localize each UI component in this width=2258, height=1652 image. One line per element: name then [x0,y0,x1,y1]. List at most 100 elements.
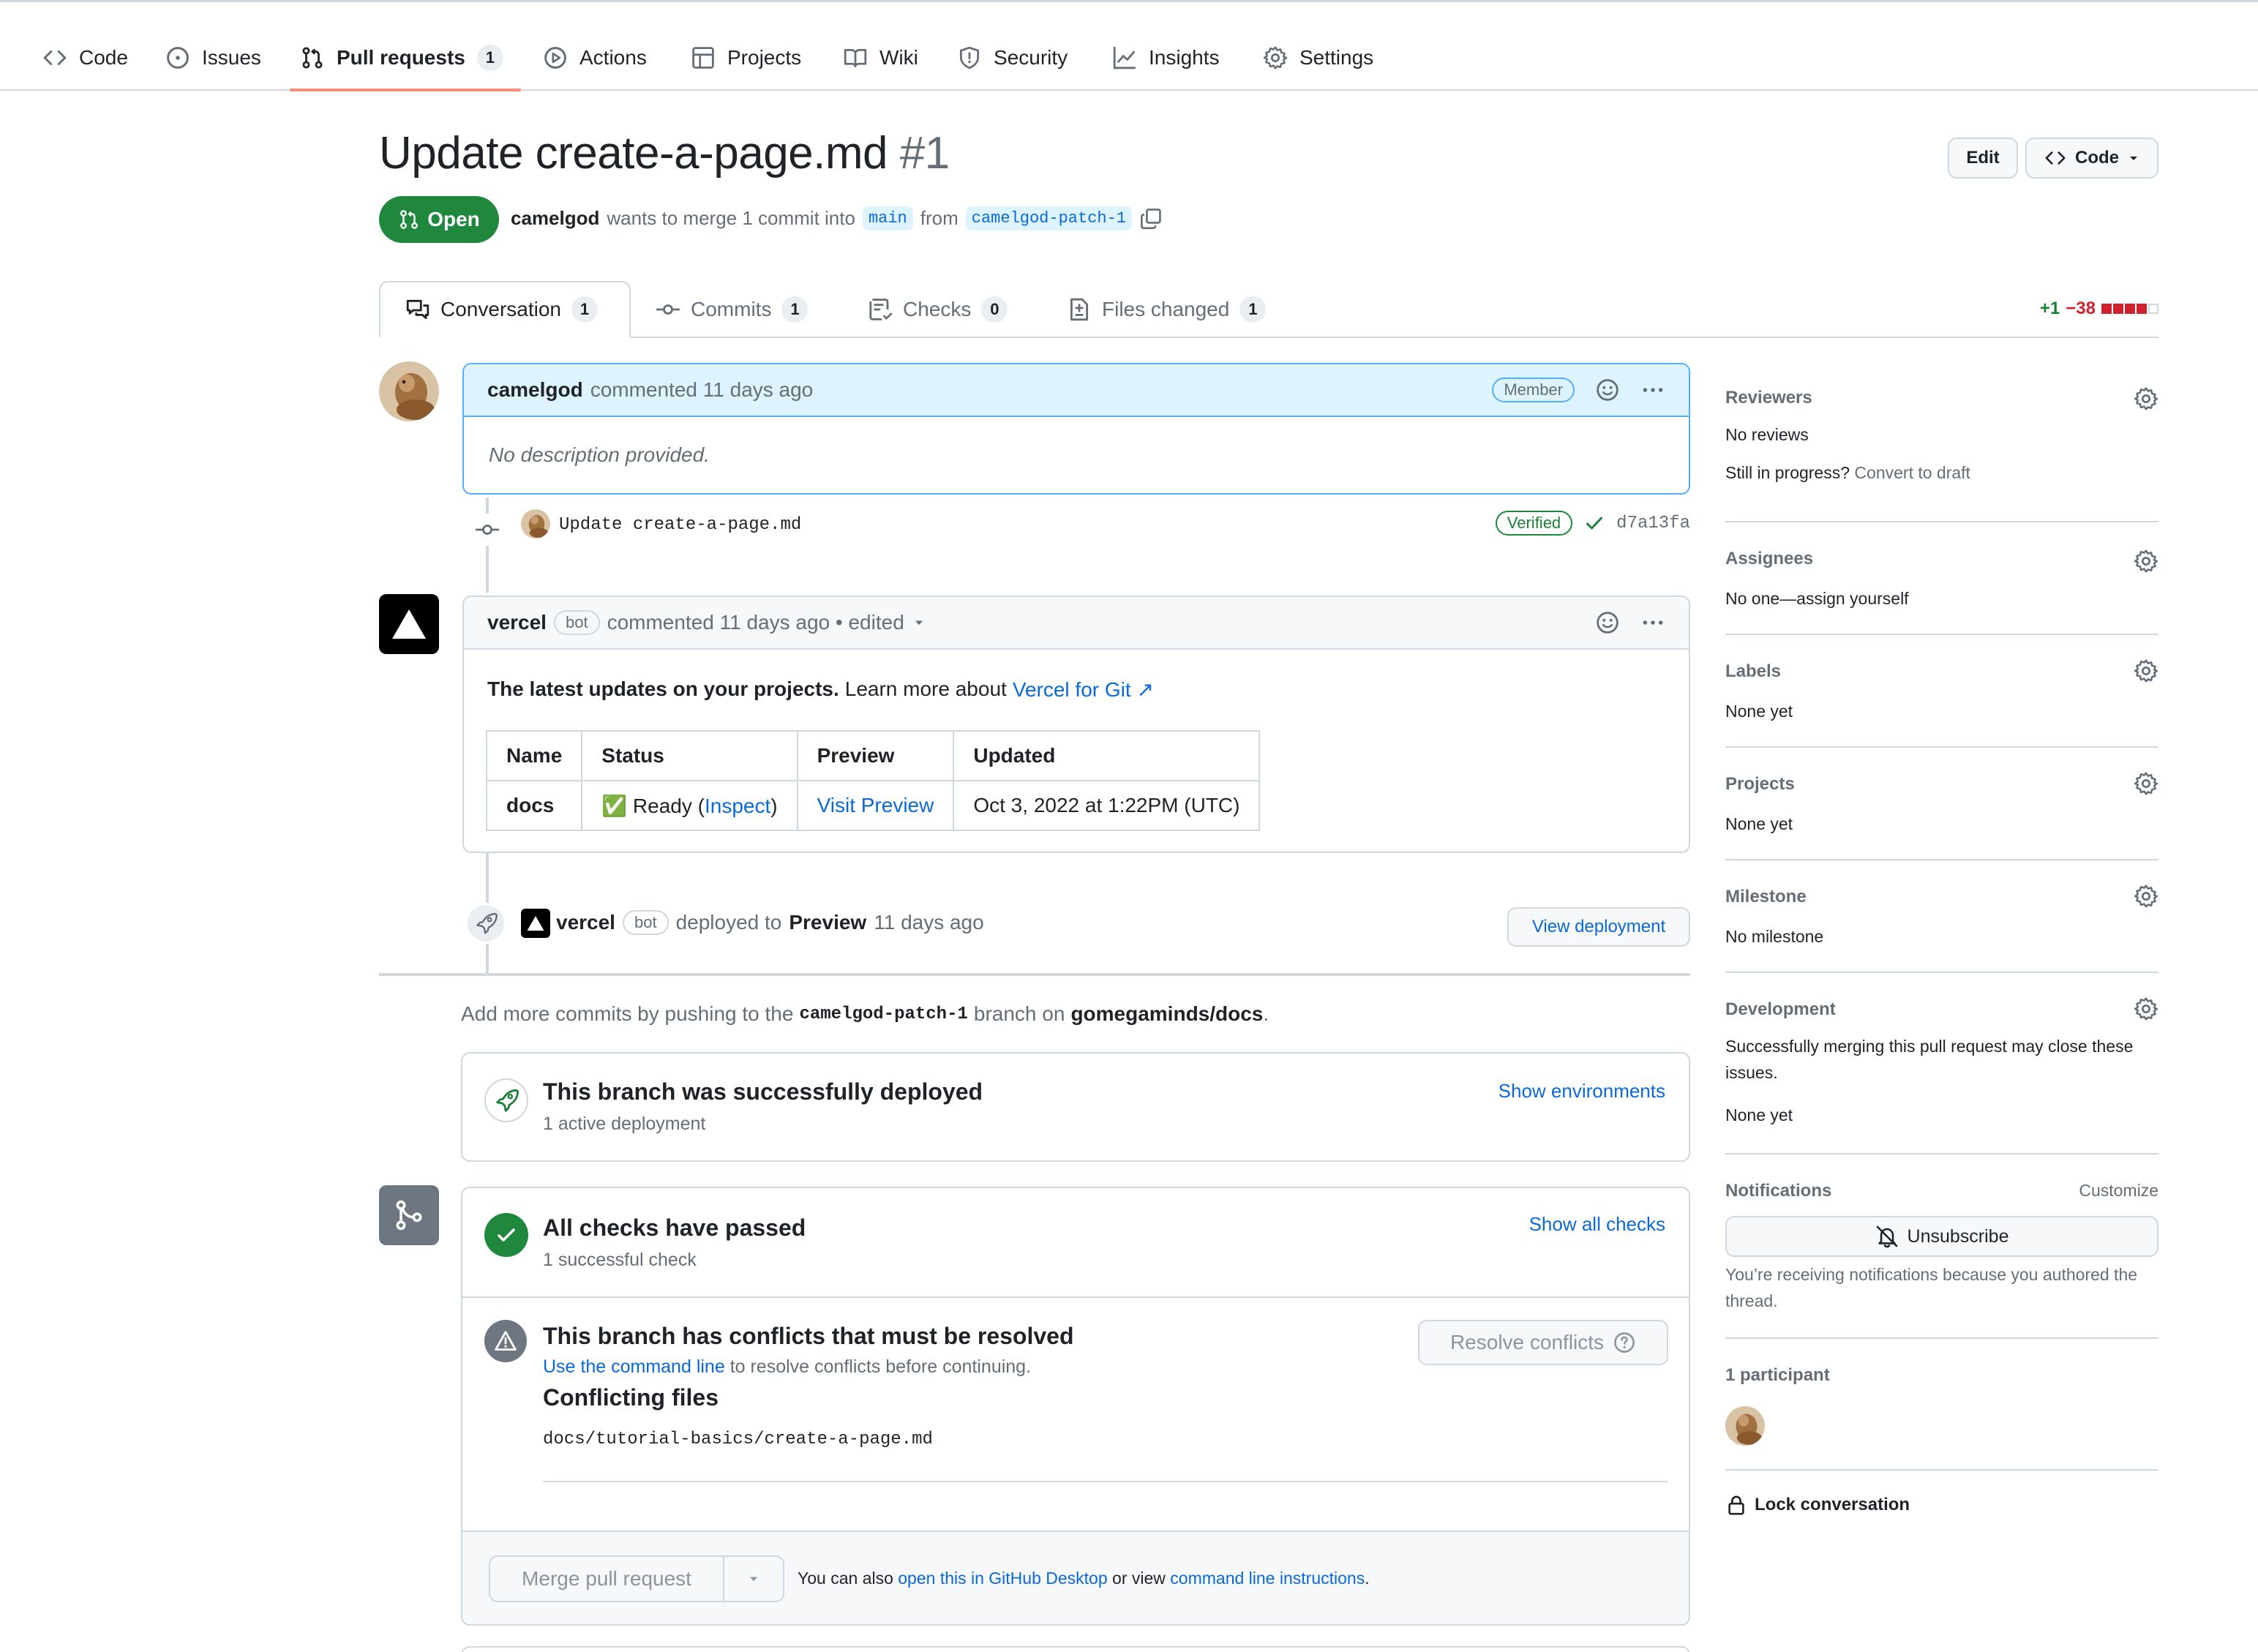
commit-sha-link[interactable]: d7a13fa [1616,514,1690,533]
sidebar-reviewers: Reviewers No reviews Still in progress? … [1725,373,2158,522]
vercel-for-git-link[interactable]: Vercel for Git ↗ [1013,677,1154,702]
code-dropdown-button[interactable]: Code [2025,138,2158,179]
push-hint-branch: camelgod-patch-1 [799,1004,968,1024]
pr-title-text: Update create-a-page.md [379,128,888,179]
tab-files-changed[interactable]: Files changed 1 [1042,281,1291,338]
comment-header: camelgod commented 11 days ago Member [464,364,1689,417]
graph-icon [1113,46,1136,70]
merge-hint-end: . [1365,1569,1370,1588]
deploy-box-sub: 1 active deployment [543,1114,706,1134]
nav-tab-issues[interactable]: Issues [165,36,261,80]
commit-message-link[interactable]: Update create-a-page.md [559,515,801,535]
view-deployment-button[interactable]: View deployment [1507,907,1690,947]
head-branch[interactable]: camelgod-patch-1 [965,206,1132,230]
verified-badge[interactable]: Verified [1495,511,1573,536]
inspect-link[interactable]: Inspect [705,795,770,817]
push-hint-repo[interactable]: gomegaminds/docs [1070,1002,1263,1026]
gear-icon[interactable] [2134,549,2158,574]
comment-timestamp[interactable]: commented 11 days ago [590,378,814,402]
git-merge-icon [396,1200,422,1231]
nav-tab-actions[interactable]: Actions [543,36,647,80]
merge-method-dropdown[interactable] [723,1555,784,1602]
nav-tab-label: Insights [1149,46,1220,69]
command-line-instructions-link[interactable]: command line instructions [1170,1569,1365,1588]
comment-timestamp[interactable]: commented 11 days ago • edited [607,611,904,634]
checks-title: All checks have passed [543,1214,806,1241]
sidebar-section-title[interactable]: Development [1725,999,1836,1020]
code-icon [43,50,67,65]
lock-conversation-link[interactable]: Lock conversation [1725,1494,1910,1516]
file-diff-icon [1070,298,1089,321]
kebab-horizontal-icon[interactable] [1640,378,1665,402]
deployment-preview: Visit Preview [796,780,955,831]
smiley-icon[interactable] [1595,610,1620,635]
visit-preview-link[interactable]: Visit Preview [817,794,934,816]
triangle-down-icon[interactable] [912,615,926,630]
avatar[interactable] [379,361,439,421]
bot-badge: bot [622,910,669,935]
tab-checks[interactable]: Checks 0 [843,281,1032,338]
nav-tab-wiki[interactable]: Wiki [843,36,918,80]
comment-author[interactable]: vercel [487,611,547,634]
gear-icon[interactable] [2134,884,2158,909]
deploy-author[interactable]: vercel [556,911,615,934]
table-header: Name [485,730,583,781]
author-link[interactable]: camelgod [511,207,599,230]
sidebar-section-title[interactable]: Reviewers [1725,388,1812,408]
alert-icon [495,1331,517,1351]
lock-conversation-label: Lock conversation [1755,1495,1910,1514]
sidebar-projects: Projects None yet [1725,748,2158,860]
vercel-logo-icon [392,609,426,639]
kebab-horizontal-icon[interactable] [1640,610,1665,635]
gear-icon[interactable] [2134,658,2158,683]
convert-to-draft-link[interactable]: Convert to draft [1854,463,1970,482]
deploy-time[interactable]: 11 days ago [874,911,984,934]
rocket-icon [496,1089,519,1112]
draft-hint: Still in progress? Convert to draft [1725,459,1970,486]
assign-yourself-link[interactable]: No one—assign yourself [1725,585,1909,612]
vercel-avatar[interactable] [379,594,439,654]
participant-avatar[interactable] [1725,1406,1765,1446]
avatar[interactable] [521,509,550,538]
sidebar-section-title[interactable]: Projects [1725,774,1795,795]
issue-opened-icon [167,47,189,69]
vercel-avatar-small[interactable] [521,909,550,938]
github-desktop-link[interactable]: open this in GitHub Desktop [898,1569,1107,1588]
comment-author[interactable]: camelgod [487,378,583,402]
sidebar-section-title[interactable]: Labels [1725,661,1781,682]
resolve-conflicts-button[interactable]: Resolve conflicts [1418,1320,1668,1365]
tab-commits[interactable]: Commits 1 [631,281,833,338]
sidebar-section-title[interactable]: Milestone [1725,887,1807,907]
edit-button[interactable]: Edit [1948,138,2018,179]
deploy-icon-circle [484,1078,528,1122]
development-description: Successfully merging this pull request m… [1725,1037,2134,1082]
gear-icon[interactable] [2134,386,2158,411]
sidebar-section-title[interactable]: Assignees [1725,549,1813,569]
member-badge: Member [1492,378,1575,402]
push-hint-before: Add more commits by pushing to the [461,1002,794,1025]
base-branch[interactable]: main [862,206,913,230]
gear-icon[interactable] [2134,771,2158,796]
nav-tab-projects[interactable]: Projects [691,36,801,80]
sidebar-assignees: Assignees No one—assign yourself [1725,522,2158,635]
diffstat-blocks [2101,304,2158,314]
nav-tab-insights[interactable]: Insights [1112,36,1220,80]
sidebar-section-title: 1 participant [1725,1365,1830,1385]
status-badge: Open [379,196,499,243]
unsubscribe-button[interactable]: Unsubscribe [1725,1216,2158,1257]
tab-conversation[interactable]: Conversation 1 [379,281,631,338]
comment-card: camelgod commented 11 days ago Member No… [462,363,1690,495]
nav-tab-pull-requests[interactable]: Pull requests 1 [300,36,503,80]
smiley-icon[interactable] [1595,378,1620,402]
copy-icon[interactable] [1139,207,1163,230]
checks-sub: 1 successful check [543,1250,697,1270]
nav-tab-settings[interactable]: Settings [1263,36,1373,80]
nav-tab-security[interactable]: Security [957,36,1068,80]
show-all-checks-link[interactable]: Show all checks [1529,1213,1665,1236]
use-command-line-link[interactable]: Use the command line [543,1356,725,1377]
gear-icon[interactable] [2134,996,2158,1021]
merge-pull-request-button[interactable]: Merge pull request [489,1555,724,1602]
nav-tab-code[interactable]: Code [42,36,128,80]
show-environments-link[interactable]: Show environments [1499,1080,1665,1103]
customize-link[interactable]: Customize [2079,1181,2158,1201]
